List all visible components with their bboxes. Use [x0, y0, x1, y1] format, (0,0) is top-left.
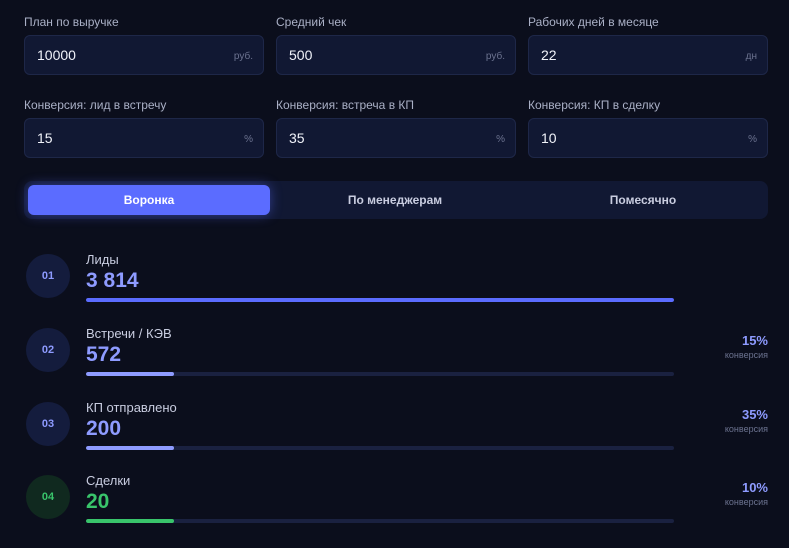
field-unit: % — [244, 134, 253, 145]
field-unit: % — [496, 134, 505, 145]
stage-conversion-rate: 35% — [741, 407, 768, 422]
average-check-input[interactable]: 500 руб. — [276, 35, 516, 75]
field-value: 10 — [541, 130, 557, 146]
field-label: Конверсия: КП в сделку — [528, 98, 661, 112]
field-label: План по выручке — [24, 15, 119, 29]
field-unit: руб. — [233, 51, 253, 62]
field-unit: % — [748, 134, 757, 145]
stage-progress-fill — [86, 372, 175, 376]
stage-progress-fill — [86, 446, 175, 450]
stage-conversion-label: конверсия — [724, 497, 768, 507]
stage-progress-fill — [86, 298, 674, 302]
stage-conversion-rate: 15% — [741, 333, 768, 348]
working-days-input[interactable]: 22 дн — [528, 35, 768, 75]
stage-value: 20 — [86, 490, 110, 513]
field-value: 15 — [37, 130, 53, 146]
stage-progress-fill — [86, 519, 175, 523]
funnel-stage-leads: 01 Лиды 3 814 — [24, 252, 768, 312]
stage-title: КП отправлено — [86, 400, 177, 415]
field-unit: руб. — [485, 51, 505, 62]
field-label: Средний чек — [276, 15, 347, 29]
field-value: 35 — [289, 130, 305, 146]
stage-value: 200 — [86, 417, 122, 440]
field-label: Конверсия: лид в встречу — [24, 98, 167, 112]
field-value: 500 — [289, 47, 313, 63]
revenue-plan-input[interactable]: 10000 руб. — [24, 35, 264, 75]
conversion-proposal-deal-input[interactable]: 10 % — [528, 118, 768, 158]
stage-title: Сделки — [86, 473, 131, 488]
stage-progress-track — [86, 298, 674, 302]
tab-monthly[interactable]: Помесячно — [522, 185, 764, 215]
stage-number: 01 — [26, 254, 70, 298]
conversion-meeting-proposal-input[interactable]: 35 % — [276, 118, 516, 158]
stage-progress-track — [86, 519, 674, 523]
stage-title: Встречи / КЭВ — [86, 326, 172, 341]
funnel-stage-meetings: 02 Встречи / КЭВ 572 15% конверсия — [24, 326, 768, 386]
stage-conversion-label: конверсия — [724, 350, 768, 360]
field-label: Рабочих дней в месяце — [528, 15, 659, 29]
stage-progress-track — [86, 372, 674, 376]
field-label: Конверсия: встреча в КП — [276, 98, 415, 112]
stage-conversion-label: конверсия — [724, 424, 768, 434]
stage-number: 03 — [26, 402, 70, 446]
stage-number: 02 — [26, 328, 70, 372]
stage-progress-track — [86, 446, 674, 450]
funnel-stage-proposals: 03 КП отправлено 200 35% конверсия — [24, 400, 768, 460]
stage-title: Лиды — [86, 252, 119, 267]
tab-by-managers[interactable]: По менеджерам — [274, 185, 516, 215]
stage-value: 3 814 — [86, 269, 139, 292]
stage-number: 04 — [26, 475, 70, 519]
stage-value: 572 — [86, 343, 122, 366]
field-value: 10000 — [37, 47, 76, 63]
field-unit: дн — [745, 51, 757, 62]
field-value: 22 — [541, 47, 557, 63]
conversion-lead-meeting-input[interactable]: 15 % — [24, 118, 264, 158]
funnel-stage-deals: 04 Сделки 20 10% конверсия — [24, 473, 768, 533]
stage-conversion-rate: 10% — [741, 480, 768, 495]
tab-funnel[interactable]: Воронка — [28, 185, 270, 215]
view-tabs: Воронка По менеджерам Помесячно — [24, 181, 768, 219]
